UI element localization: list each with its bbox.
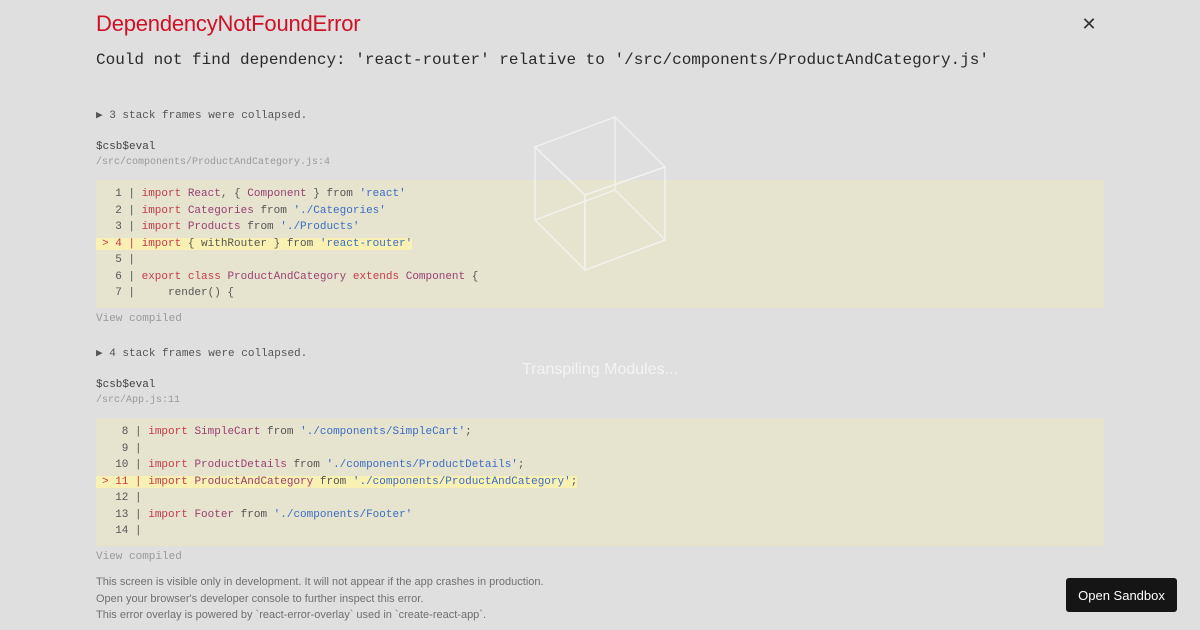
line-number: 13 | (102, 508, 149, 521)
code-token: Component (405, 270, 466, 283)
error-title: DependencyNotFoundError (96, 11, 361, 36)
code-token: './components/Footer' (273, 508, 413, 521)
code-line: 7 | render() { (96, 285, 1104, 302)
code-token: './Products' (280, 221, 360, 233)
code-token: import (148, 475, 188, 488)
code-token: React (187, 188, 221, 200)
code-token: , { (220, 188, 248, 200)
line-number: 9 | (102, 442, 149, 455)
line-number: 7 | (102, 287, 142, 299)
line-number: 3 | (102, 221, 142, 233)
error-message: Could not find dependency: 'react-router… (96, 51, 989, 69)
stack-frame-function: $csb$eval (96, 141, 156, 153)
code-token: export (141, 270, 182, 283)
code-token: } from (306, 188, 360, 200)
stack-frame-location[interactable]: /src/App.js:11 (96, 395, 180, 406)
line-number: 14 | (102, 525, 149, 537)
cube-icon (533, 116, 667, 272)
code-token: 'react-router' (319, 237, 413, 250)
code-token: import (141, 221, 182, 233)
code-token: './components/ProductAndCategory' (352, 475, 571, 488)
code-token: ; (517, 459, 525, 471)
code-token: from (313, 475, 353, 488)
code-token: './Categories' (293, 204, 386, 217)
footer-line: Open your browser's developer console to… (96, 592, 424, 605)
code-line: 10 | import ProductDetails from './compo… (96, 457, 1104, 474)
code-line: 14 | (96, 523, 1104, 540)
code-token: import (148, 508, 188, 521)
stack-frame-location[interactable]: /src/components/ProductAndCategory.js:4 (96, 157, 330, 168)
code-token: SimpleCart (194, 426, 261, 438)
code-token: { withRouter } from (181, 237, 320, 250)
code-token: './components/SimpleCart' (300, 426, 466, 438)
line-number: 10 | (102, 459, 149, 471)
code-line: 12 | (96, 490, 1104, 507)
line-number: 1 | (102, 188, 142, 200)
code-token: import (141, 204, 182, 217)
code-line: 13 | import Footer from './components/Fo… (96, 507, 1104, 524)
line-number: 6 | (102, 270, 142, 283)
code-token: import (148, 459, 188, 471)
code-token: Categories (187, 204, 254, 217)
code-token: from (286, 459, 327, 471)
line-number: 2 | (102, 204, 142, 217)
line-number: 12 | (102, 492, 149, 504)
view-compiled-link[interactable]: View compiled (96, 313, 182, 325)
code-line: 9 | (96, 441, 1104, 458)
code-token: import (141, 188, 182, 200)
stack-frame-function: $csb$eval (96, 379, 156, 391)
code-token: from (240, 221, 281, 233)
code-token: import (148, 426, 188, 438)
line-number: > 11 | (102, 475, 149, 488)
line-number: 5 | (102, 254, 142, 266)
loader-text: Transpiling Modules... (522, 361, 678, 378)
open-sandbox-button[interactable]: Open Sandbox (1066, 578, 1177, 612)
code-snippet: 8 | import SimpleCart from './components… (96, 418, 1104, 546)
code-token: class (187, 270, 221, 283)
dev-footer-note: This screen is visible only in developme… (96, 574, 544, 624)
code-token: Component (247, 188, 307, 200)
code-token: from (253, 204, 294, 217)
code-token: ; (465, 426, 472, 438)
code-token: extends (352, 270, 400, 283)
code-token: ProductAndCategory (227, 270, 347, 283)
code-token: from (234, 508, 274, 521)
footer-line: This error overlay is powered by `react-… (96, 609, 487, 621)
code-line: 8 | import SimpleCart from './components… (96, 424, 1104, 441)
code-token: Footer (194, 508, 235, 521)
code-token: ; (570, 475, 578, 488)
code-token: render() { (141, 287, 235, 299)
collapsed-frames-toggle[interactable]: ▶ 3 stack frames were collapsed. (96, 108, 307, 122)
code-token: ProductDetails (194, 459, 287, 471)
collapsed-frames-toggle[interactable]: ▶ 4 stack frames were collapsed. (96, 346, 307, 360)
code-token: Products (187, 221, 241, 233)
highlighted-code-line: > 11 | import ProductAndCategory from '.… (96, 474, 1104, 491)
code-token: { (465, 270, 479, 283)
line-number: > 4 | (102, 237, 142, 250)
footer-line: This screen is visible only in developme… (96, 576, 544, 588)
code-token: './components/ProductDetails' (326, 459, 518, 471)
line-number: 8 | (102, 426, 149, 438)
close-icon[interactable]: ✕ (1080, 15, 1098, 33)
code-token: ProductAndCategory (194, 475, 314, 488)
code-token: from (260, 426, 301, 438)
code-token: 'react' (359, 188, 406, 200)
view-compiled-link[interactable]: View compiled (96, 551, 182, 563)
code-token: import (141, 237, 182, 250)
